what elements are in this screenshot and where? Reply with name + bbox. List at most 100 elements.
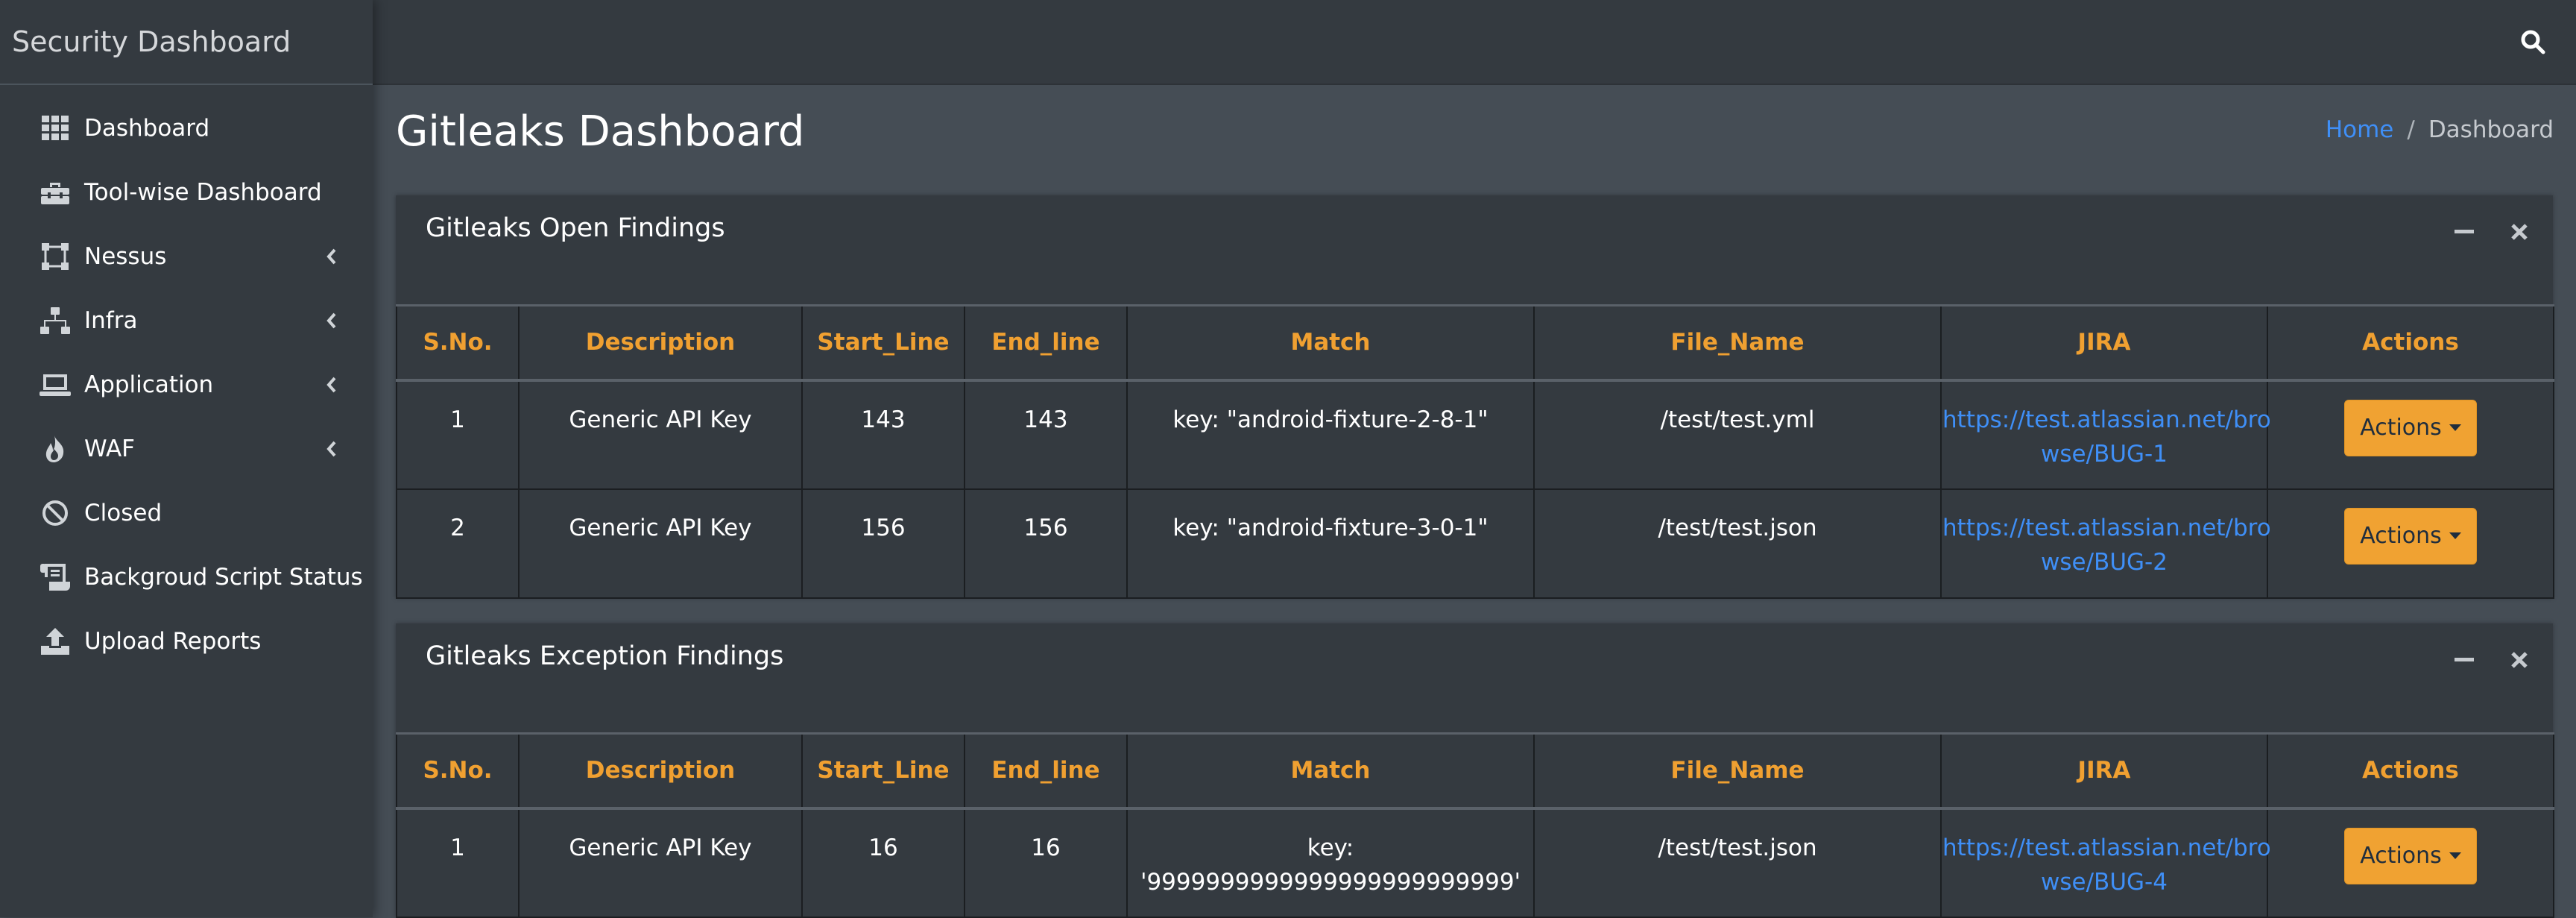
card-title: Gitleaks Open Findings	[426, 213, 725, 243]
cell-file-name: /test/test.json	[1533, 488, 1942, 599]
column-header-jira[interactable]: JIRA	[1940, 304, 2268, 382]
column-header-file-name[interactable]: File_Name	[1533, 732, 1942, 810]
actions-button-label: Actions	[2360, 842, 2442, 869]
sidebar-item-label: Closed	[84, 500, 162, 526]
breadcrumb-home-link[interactable]: Home	[2326, 116, 2394, 143]
sidebar-item-nessus[interactable]: Nessus	[0, 227, 373, 286]
upload-icon	[39, 625, 72, 658]
brand-title[interactable]: Security Dashboard	[0, 0, 373, 85]
sidebar-item-dashboard[interactable]: Dashboard	[0, 98, 373, 158]
column-header-match[interactable]: Match	[1126, 304, 1535, 382]
cell-actions: Actions	[2267, 379, 2554, 490]
column-header-description[interactable]: Description	[518, 304, 803, 382]
sidebar-item-infra[interactable]: Infra	[0, 291, 373, 350]
exception-findings-table: S.No. Description Start_Line End_line Ma…	[396, 732, 2554, 918]
cell-start-line: 143	[801, 379, 965, 490]
sidebar-item-label: Dashboard	[84, 115, 210, 142]
jira-link-line-1[interactable]: https://test.atlassian.net/bro	[1942, 831, 2271, 865]
column-header-end-line[interactable]: End_line	[964, 304, 1128, 382]
top-navbar	[373, 0, 2576, 85]
cell-sno: 1	[396, 807, 520, 918]
caret-down-icon	[2449, 852, 2461, 859]
jira-link[interactable]: https://test.atlassian.net/bro wse/BUG-1	[1940, 379, 2271, 490]
close-icon[interactable]	[2508, 649, 2531, 671]
card-title: Gitleaks Exception Findings	[426, 641, 784, 671]
table-row: 1 Generic API Key 16 16 key: '9999999999…	[396, 807, 2554, 918]
actions-button-label: Actions	[2360, 414, 2442, 441]
cell-sno: 1	[396, 379, 520, 490]
sidebar-item-label: Application	[84, 371, 214, 398]
sidebar-item-label: Upload Reports	[84, 628, 262, 655]
cell-file-name: /test/test.yml	[1533, 379, 1942, 490]
column-header-start-line[interactable]: Start_Line	[801, 732, 965, 810]
jira-link-line-1[interactable]: https://test.atlassian.net/bro	[1942, 511, 2271, 545]
column-header-end-line[interactable]: End_line	[964, 732, 1128, 810]
cell-end-line: 143	[964, 379, 1128, 490]
jira-link-line-2[interactable]: wse/BUG-4	[1942, 865, 2266, 899]
breadcrumb-current: Dashboard	[2428, 116, 2554, 143]
jira-link-line-2[interactable]: wse/BUG-2	[1942, 545, 2266, 579]
jira-link-line-1[interactable]: https://test.atlassian.net/bro	[1942, 403, 2271, 437]
collapse-icon[interactable]	[2453, 221, 2475, 243]
cell-file-name: /test/test.json	[1533, 807, 1942, 918]
search-icon[interactable]	[2518, 27, 2548, 57]
column-header-actions[interactable]: Actions	[2267, 732, 2554, 810]
column-header-match[interactable]: Match	[1126, 732, 1535, 810]
fire-icon	[39, 433, 72, 465]
actions-dropdown-button[interactable]: Actions	[2344, 827, 2477, 884]
actions-dropdown-button[interactable]: Actions	[2344, 507, 2477, 565]
network-icon	[39, 304, 72, 337]
page-title: Gitleaks Dashboard	[396, 107, 805, 156]
toolbox-icon	[39, 176, 72, 209]
sidebar-item-background-script-status[interactable]: Backgroud Script Status	[0, 547, 373, 607]
column-header-description[interactable]: Description	[518, 732, 803, 810]
cell-description: Generic API Key	[518, 379, 803, 490]
cell-match: key: "android-fixture-2-8-1"	[1126, 379, 1535, 490]
collapse-icon[interactable]	[2453, 649, 2475, 671]
table-header-row: S.No. Description Start_Line End_line Ma…	[396, 732, 2554, 810]
cell-actions: Actions	[2267, 807, 2554, 918]
jira-link[interactable]: https://test.atlassian.net/bro wse/BUG-4	[1940, 807, 2271, 918]
column-header-file-name[interactable]: File_Name	[1533, 304, 1942, 382]
column-header-sno[interactable]: S.No.	[396, 732, 520, 810]
column-header-start-line[interactable]: Start_Line	[801, 304, 965, 382]
column-header-actions[interactable]: Actions	[2267, 304, 2554, 382]
actions-dropdown-button[interactable]: Actions	[2344, 399, 2477, 456]
close-icon[interactable]	[2508, 221, 2531, 243]
column-header-sno[interactable]: S.No.	[396, 304, 520, 382]
sidebar-item-label: Nessus	[84, 243, 167, 270]
card-tools	[2453, 649, 2531, 671]
jira-link[interactable]: https://test.atlassian.net/bro wse/BUG-2	[1940, 488, 2271, 599]
cell-start-line: 156	[801, 488, 965, 599]
open-findings-table: S.No. Description Start_Line End_line Ma…	[396, 304, 2554, 599]
sidebar-item-application[interactable]: Application	[0, 355, 373, 415]
laptop-icon	[39, 368, 72, 401]
cell-match: key: '9999999999999999999999999'	[1126, 807, 1535, 918]
caret-down-icon	[2449, 532, 2461, 539]
sidebar-item-tool-wise-dashboard[interactable]: Tool-wise Dashboard	[0, 163, 373, 222]
cell-description: Generic API Key	[518, 488, 803, 599]
vector-square-icon	[39, 240, 72, 273]
cell-end-line: 16	[964, 807, 1128, 918]
table-header-row: S.No. Description Start_Line End_line Ma…	[396, 304, 2554, 382]
sidebar-item-label: WAF	[84, 436, 135, 462]
sidebar-item-label: Tool-wise Dashboard	[84, 179, 322, 206]
breadcrumb-separator: /	[2407, 116, 2415, 143]
jira-link-line-2[interactable]: wse/BUG-1	[1942, 437, 2266, 471]
sidebar-item-label: Backgroud Script Status	[84, 564, 363, 591]
sidebar-item-upload-reports[interactable]: Upload Reports	[0, 612, 373, 671]
sidebar: Security Dashboard Dashboard Tool-wise D…	[0, 0, 373, 917]
cell-start-line: 16	[801, 807, 965, 918]
card-tools	[2453, 221, 2531, 243]
sidebar-item-closed[interactable]: Closed	[0, 483, 373, 543]
caret-down-icon	[2449, 424, 2461, 431]
exception-findings-card: Gitleaks Exception Findings S.No. Descri…	[396, 623, 2554, 918]
sidebar-item-waf[interactable]: WAF	[0, 419, 373, 479]
chevron-left-icon	[321, 374, 343, 396]
cell-description: Generic API Key	[518, 807, 803, 918]
grid-icon	[39, 112, 72, 145]
table-row: 1 Generic API Key 143 143 key: "android-…	[396, 379, 2554, 490]
chevron-left-icon	[321, 309, 343, 332]
sidebar-item-label: Infra	[84, 307, 138, 334]
column-header-jira[interactable]: JIRA	[1940, 732, 2268, 810]
